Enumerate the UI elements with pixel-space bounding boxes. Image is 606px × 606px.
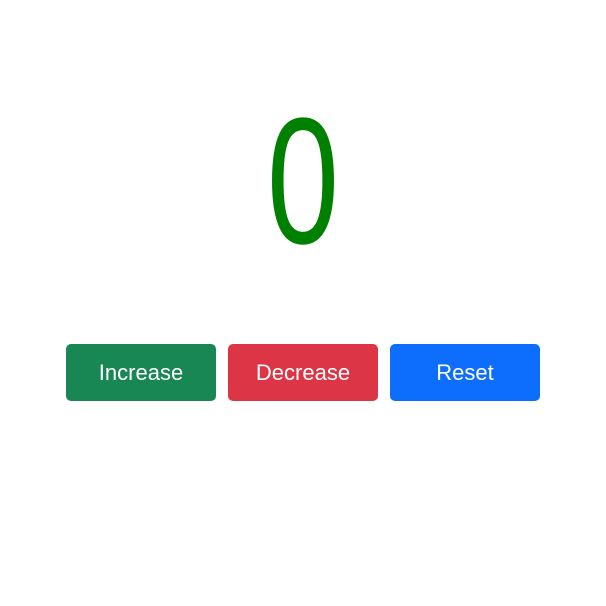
counter-app: 0 Increase Decrease Reset [0,0,606,606]
increase-button[interactable]: Increase [66,344,216,401]
decrease-button[interactable]: Decrease [228,344,378,401]
reset-button[interactable]: Reset [390,344,540,401]
counter-value: 0 [266,81,340,282]
button-row: Increase Decrease Reset [66,344,540,401]
